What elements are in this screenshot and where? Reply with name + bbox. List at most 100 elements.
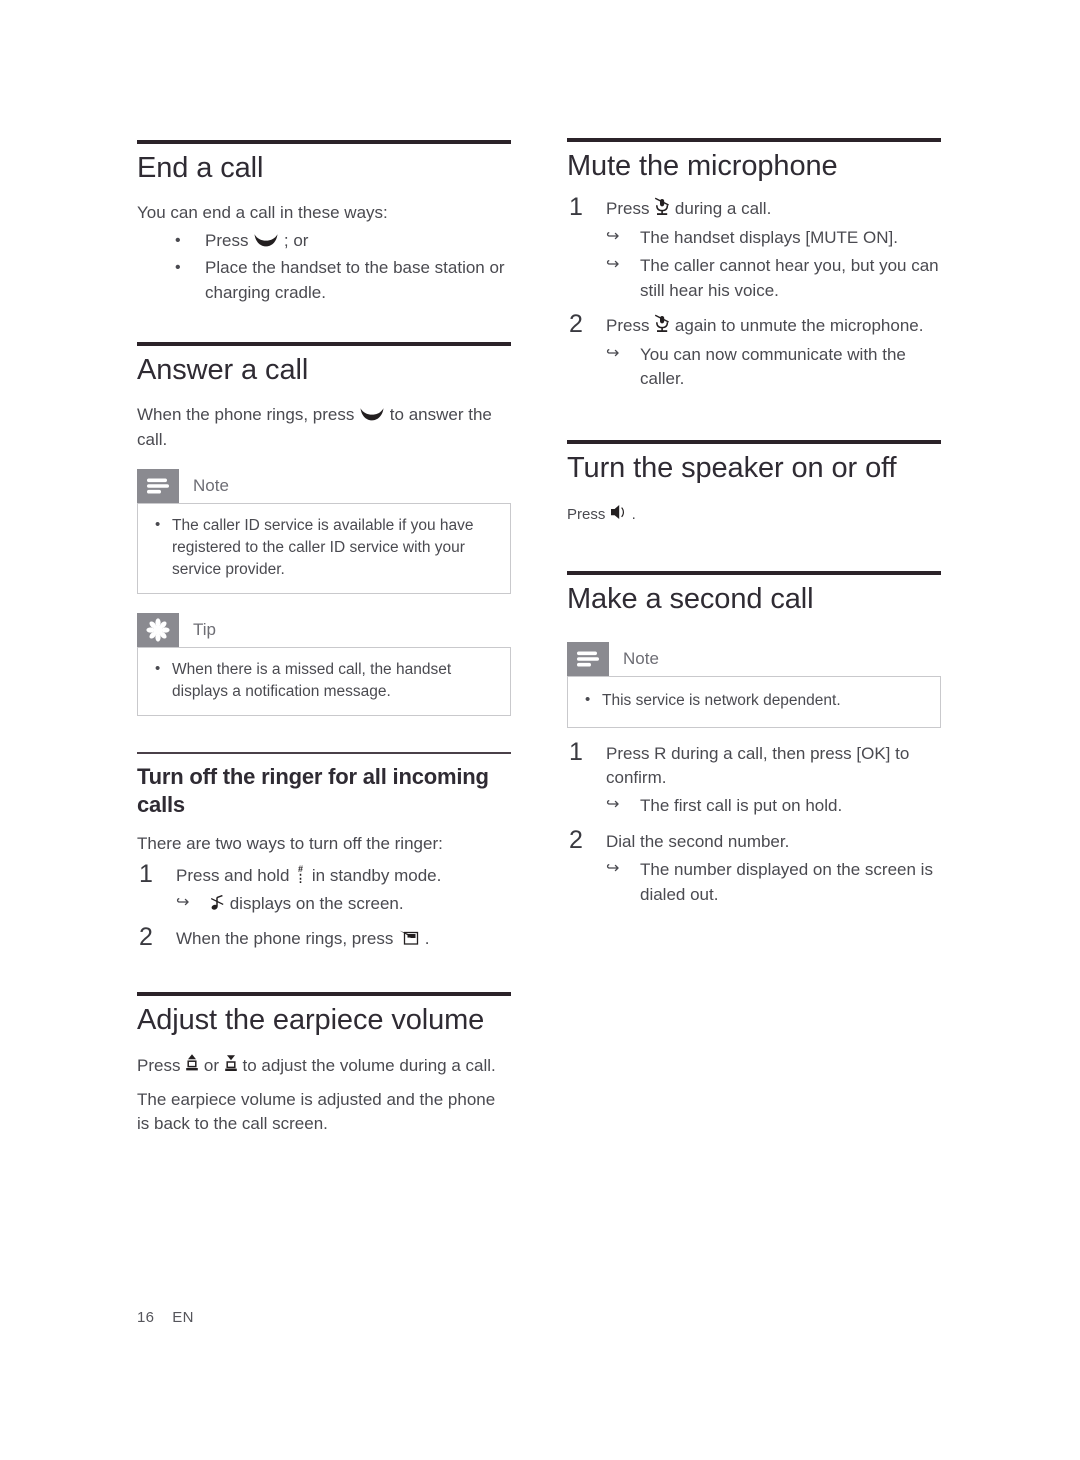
page-title-end-a-call: End a call [137,152,264,184]
tip-icon [137,613,179,648]
page-title-turn-speaker-on-or-off: Turn the speaker on or off [567,451,897,484]
step-number: 2 [139,922,153,951]
step-text-pre: When the phone rings, press [176,928,399,948]
step-results: ↪ The handset displays [MUTE ON]. ↪ The ca… [606,226,941,303]
note-icon [137,469,179,504]
callout-body: This service is network dependent. [567,675,941,728]
step-text: Press again to unmute the microphone. [606,314,941,338]
step-results: ↪ The first call is put on hold. [606,794,941,818]
step-number: 1 [569,193,583,222]
speaker-instruction: Press . [567,504,941,526]
section-rule [137,140,511,144]
microphone-mute-icon [654,197,670,216]
arrow-icon: ↪ [606,796,620,814]
tip-callout-missed-call: Tip When there is a missed call, the han… [137,613,511,717]
result-item: ↪ The handset displays [MUTE ON]. [606,226,941,250]
answer-call-text-pre: When the phone rings, press [137,405,360,425]
step-number: 1 [139,859,153,888]
right-column: Mute the microphone 1 Press during a cal… [567,138,941,907]
answer-call-instruction: When the phone rings, press to answer th… [137,403,511,452]
section-mute-the-microphone: Mute the microphone 1 Press during a cal… [567,138,941,392]
speaker-text-post: . [627,505,636,523]
volume-result-text: The earpiece volume is adjusted and the … [137,1089,496,1134]
callout-header: Tip [137,613,511,648]
step-item: 2 Dial the second number. ↪ The number di… [567,826,941,907]
step-item: 2 When the phone rings, press . [137,923,511,951]
step-text: Press R during a call, then press [OK] t… [606,743,910,787]
arrow-icon: ↪ [606,344,620,362]
step-item: 1 Press R during a call, then press [OK]… [567,738,941,819]
hash-key-icon: # ⋮ [294,864,307,883]
section-rule [137,342,511,347]
page-title-make-a-second-call: Make a second call [567,583,814,616]
note-label: Note [193,476,229,496]
bullet-text-suffix: ; or [279,230,309,250]
result-item: ↪ The number displayed on the screen is d… [606,858,941,907]
svg-text:⋮: ⋮ [295,873,306,883]
step-results: ↪ You can now communicate with the caller… [606,343,941,392]
section-rule [567,439,941,444]
arrow-icon: ↪ [606,860,620,878]
step-text: When the phone rings, press . [176,927,511,951]
step-text-pre: Press [606,199,655,219]
subsection-title: Turn off the ringer for all incoming cal… [137,764,489,817]
tip-label: Tip [193,620,216,640]
page-footer: 16 EN [137,1309,194,1326]
section-end-a-call: End a call You can end a call in these w… [137,140,511,305]
step-text: Dial the second number. [606,831,790,851]
note-items: The caller ID service is available if yo… [151,514,497,581]
section-rule [137,992,511,997]
step-text: Press during a call. [606,197,941,221]
second-call-steps-list: 1 Press R during a call, then press [OK]… [567,738,941,908]
step-results: ↪ displays on the screen. [176,892,511,916]
page-language: EN [172,1309,194,1326]
result-text: The handset displays [MUTE ON]. [640,227,898,247]
arrow-icon: ↪ [606,227,620,245]
step-item: 1 Press and hold # ⋮ in standby mode. ↪ d… [137,860,511,917]
result-item: ↪ You can now communicate with the caller… [606,343,941,392]
callout-body: The caller ID service is available if yo… [137,503,511,595]
mute-steps-list: 1 Press during a call. ↪ The handset disp… [567,193,941,392]
result-text: The first call is put on hold. [640,796,843,816]
step-item: 2 Press again to unmute the microphone. … [567,310,941,392]
subsection-rule [137,752,511,755]
bullet-text-press: Press [205,230,254,250]
step-text: Press and hold # ⋮ in standby mode. [176,864,511,888]
volume-down-key-icon [224,1053,238,1073]
result-text: displays on the screen. [225,894,404,914]
list-item: When there is a missed call, the handset… [151,658,497,703]
step-text-post: again to unmute the microphone. [670,316,924,336]
callout-header: Note [567,641,941,676]
end-call-methods-list: Press ; or Place the handset to the base… [137,229,511,305]
section-rule [567,571,941,576]
speaker-text-pre: Press [567,505,610,523]
list-item: This service is network dependent. [581,689,927,712]
section-turn-speaker-on-or-off: Turn the speaker on or off Press . [567,439,941,526]
note-icon [567,641,609,676]
step-results: ↪ The number displayed on the screen is d… [606,858,941,907]
answer-call-icon [359,407,385,422]
result-text: The number displayed on the screen is di… [640,860,933,904]
step-text-pre: Press [606,316,655,336]
page-title-answer-a-call: Answer a call [137,354,309,387]
note-callout-network-dependent: Note This service is network dependent. [567,641,941,728]
arrow-icon: ↪ [176,894,190,912]
step-text-pre: Press and hold [176,865,295,885]
intro-text-end-a-call: You can end a call in these ways: [137,203,388,223]
note-label: Note [623,648,659,668]
page-number: 16 [137,1309,155,1326]
result-item: ↪ The caller cannot hear you, but you can… [606,254,941,303]
result-item: ↪ The first call is put on hold. [606,794,941,818]
note-items: This service is network dependent. [581,689,927,712]
step-number: 1 [569,737,583,766]
section-make-a-second-call: Make a second call Note This service is [567,571,941,907]
section-rule [567,138,941,142]
list-item: Press ; or [137,229,511,253]
step-number: 2 [569,825,583,854]
volume-text-post: to adjust the volume during a call. [237,1056,496,1076]
volume-instruction: Press or to adjust the volume during a c… [137,1053,511,1078]
step-text-post: . [420,928,430,948]
end-call-icon [253,233,279,248]
section-adjust-earpiece-volume: Adjust the earpiece volume Press or to a… [137,992,511,1137]
volume-up-key-icon [185,1053,199,1073]
